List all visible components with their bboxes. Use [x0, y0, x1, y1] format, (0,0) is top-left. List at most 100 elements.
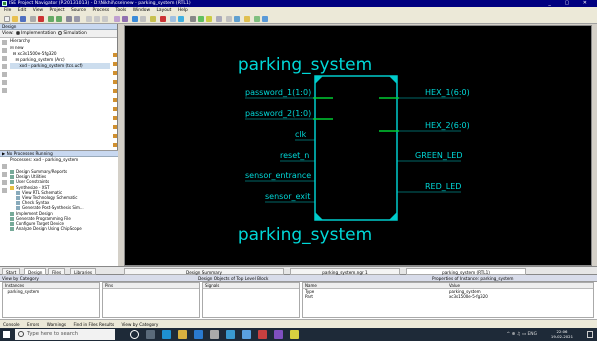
- strip-icon-7[interactable]: [113, 107, 117, 111]
- tab-libraries[interactable]: Libraries: [70, 268, 97, 275]
- zoom-out-icon[interactable]: [102, 16, 108, 22]
- pins-column[interactable]: Pins: [102, 282, 200, 318]
- window-controls[interactable]: _ ▢ ✕: [548, 0, 593, 7]
- stop-icon[interactable]: [2, 180, 7, 185]
- strip-icon-9[interactable]: [113, 125, 117, 129]
- delete-icon[interactable]: [38, 16, 44, 22]
- add-source-icon[interactable]: [2, 40, 7, 45]
- app-icon-2[interactable]: [274, 330, 283, 339]
- tab-design[interactable]: Design: [24, 268, 47, 275]
- implementation-radio[interactable]: [16, 30, 21, 35]
- cut-icon[interactable]: [30, 16, 36, 22]
- file-explorer-icon[interactable]: [178, 330, 187, 339]
- help-icon[interactable]: [178, 16, 184, 22]
- mail-icon[interactable]: [226, 330, 235, 339]
- zoom-icon[interactable]: [74, 16, 80, 22]
- redo-icon[interactable]: [56, 16, 62, 22]
- run-process-icon[interactable]: [2, 164, 7, 169]
- open-icon[interactable]: [2, 64, 7, 69]
- play-icon[interactable]: [206, 16, 212, 22]
- cell-icon[interactable]: [114, 16, 120, 22]
- task-view-icon[interactable]: [146, 330, 155, 339]
- key-icon[interactable]: [150, 16, 156, 22]
- menu-layout[interactable]: Layout: [156, 8, 171, 13]
- settings-icon[interactable]: [216, 16, 222, 22]
- menu-help[interactable]: Help: [178, 8, 188, 13]
- instance-row[interactable]: parking_system: [3, 289, 99, 294]
- menu-view[interactable]: View: [33, 8, 43, 13]
- zoom-fit-icon[interactable]: [86, 16, 92, 22]
- simulation-label[interactable]: Simulation: [63, 31, 86, 36]
- nav-icon[interactable]: [234, 16, 240, 22]
- strip-icon-2[interactable]: [113, 62, 117, 66]
- cortana-icon[interactable]: [130, 330, 139, 339]
- media-icon[interactable]: [258, 330, 267, 339]
- pin-icon[interactable]: [160, 16, 166, 22]
- photos-icon[interactable]: [242, 330, 251, 339]
- tab-rtl-1[interactable]: parking_system.ngr 1: [290, 268, 400, 275]
- zoom-in-icon[interactable]: [94, 16, 100, 22]
- light-icon[interactable]: [244, 16, 250, 22]
- signals-column[interactable]: Signals: [202, 282, 300, 318]
- properties-table[interactable]: Name Value Type parking_system Part xc3s150…: [302, 282, 594, 318]
- find-results-tab[interactable]: Find in Files Results: [73, 322, 114, 327]
- expand-icon[interactable]: [226, 16, 232, 22]
- save-icon[interactable]: [20, 16, 26, 22]
- copy-icon[interactable]: [2, 48, 7, 53]
- taskbar-search[interactable]: Type here to search: [15, 329, 115, 340]
- view-by-category-tab[interactable]: View by Category: [122, 322, 159, 327]
- taskbar-clock[interactable]: 22:06 19-02-2021: [551, 329, 573, 339]
- strip-icon-6[interactable]: [113, 98, 117, 102]
- process-item[interactable]: Analyze Design Using ChipScope: [10, 226, 116, 232]
- refresh-icon[interactable]: [132, 16, 138, 22]
- schematic-canvas[interactable]: parking_system password_1(1:0) password_…: [124, 25, 592, 266]
- select-icon[interactable]: [140, 16, 146, 22]
- up-icon[interactable]: [190, 16, 196, 22]
- ise-taskbar-icon[interactable]: [290, 330, 299, 339]
- check-icon[interactable]: [254, 16, 260, 22]
- window-icon[interactable]: [170, 16, 176, 22]
- schematic-icon[interactable]: [122, 16, 128, 22]
- notifications-icon[interactable]: [587, 331, 593, 338]
- warnings-tab[interactable]: Warnings: [47, 322, 66, 327]
- open-folder-icon[interactable]: [12, 16, 18, 22]
- windows-start-icon[interactable]: [3, 331, 10, 338]
- strip-icon-11[interactable]: [113, 143, 117, 147]
- settings-app-icon[interactable]: [210, 330, 219, 339]
- tree-item-ucf[interactable]: xxd - parking_system (tcs.ucf): [10, 63, 110, 69]
- find-icon[interactable]: [66, 16, 72, 22]
- new-file-icon[interactable]: [4, 16, 10, 22]
- system-tray[interactable]: ^ ⊕ ♫ ▭ ENG: [507, 328, 538, 341]
- store-icon[interactable]: [194, 330, 203, 339]
- strip-icon-3[interactable]: [113, 71, 117, 75]
- tab-rtl-2[interactable]: parking_system (RTL1): [406, 268, 526, 275]
- strip-icon-1[interactable]: [113, 53, 117, 57]
- menu-project[interactable]: Project: [50, 8, 65, 13]
- strip-icon-8[interactable]: [113, 116, 117, 120]
- edge-icon[interactable]: [162, 330, 171, 339]
- strip-icon-10[interactable]: [113, 134, 117, 138]
- simulation-radio[interactable]: [58, 30, 63, 35]
- menu-source[interactable]: Source: [71, 8, 86, 13]
- properties-icon[interactable]: [2, 72, 7, 77]
- tab-files[interactable]: Files: [48, 268, 66, 275]
- undo-icon[interactable]: [48, 16, 54, 22]
- menu-edit[interactable]: Edit: [18, 8, 27, 13]
- implementation-label[interactable]: Implementation: [21, 31, 56, 36]
- run-icon[interactable]: [198, 16, 204, 22]
- menu-process[interactable]: Process: [92, 8, 109, 13]
- menu-window[interactable]: Window: [133, 8, 150, 13]
- expand-all-icon[interactable]: [2, 88, 7, 93]
- rerun-icon[interactable]: [2, 172, 7, 177]
- menu-tools[interactable]: Tools: [116, 8, 127, 13]
- remove-icon[interactable]: [2, 56, 7, 61]
- strip-icon-5[interactable]: [113, 89, 117, 93]
- errors-tab[interactable]: Errors: [27, 322, 39, 327]
- menu-file[interactable]: File: [4, 8, 11, 13]
- instances-column[interactable]: Instances parking_system: [2, 282, 100, 318]
- console-tab[interactable]: Console: [3, 322, 20, 327]
- strip-icon-4[interactable]: [113, 80, 117, 84]
- process-props-icon[interactable]: [2, 188, 7, 193]
- tab-start[interactable]: Start: [2, 268, 21, 275]
- question-icon[interactable]: [262, 16, 268, 22]
